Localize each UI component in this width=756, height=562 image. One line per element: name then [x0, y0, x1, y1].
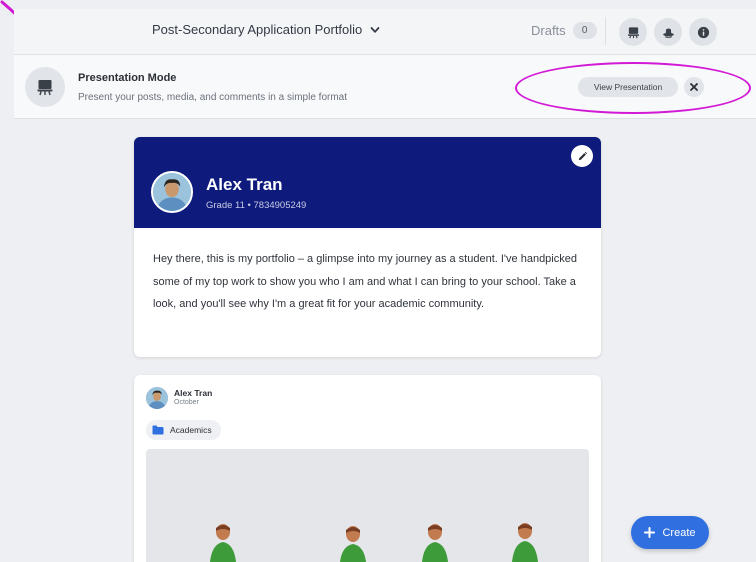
profile-header: Alex Tran Grade 11 • 7834905249	[134, 137, 601, 228]
create-button-label: Create	[662, 526, 696, 539]
plus-icon	[644, 527, 656, 538]
chevron-down-icon	[370, 26, 380, 33]
profile-bio: Hey there, this is my portfolio – a glim…	[153, 253, 577, 310]
post-date: October	[174, 399, 199, 406]
info-button[interactable]	[689, 18, 717, 46]
post-author: Alex Tran	[174, 388, 213, 398]
profile-card: Alex Tran Grade 11 • 7834905249 Hey ther…	[134, 137, 601, 357]
banner-subtitle: Present your posts, media, and comments …	[78, 92, 348, 103]
avatar	[151, 171, 193, 213]
banner-title: Presentation Mode	[78, 72, 177, 84]
pencil-icon	[578, 151, 587, 160]
avatar	[146, 387, 168, 409]
media-figure	[340, 526, 366, 562]
portfolio-selector[interactable]: Post-Secondary Application Portfolio	[152, 22, 380, 37]
top-bar: Post-Secondary Application Portfolio Dra…	[14, 9, 756, 55]
visitor-hat-icon	[662, 27, 674, 38]
presentation-icon	[37, 80, 53, 96]
banner-icon-wrap	[25, 67, 65, 107]
post-media[interactable]	[146, 449, 589, 562]
close-icon	[690, 83, 698, 91]
media-figure	[512, 523, 538, 562]
portfolio-title: Post-Secondary Application Portfolio	[152, 22, 363, 37]
presentation-mode-banner: Presentation Mode Present your posts, me…	[14, 55, 756, 119]
folder-tag[interactable]: Academics	[146, 420, 221, 440]
media-figure	[210, 524, 236, 562]
presentation-icon	[627, 26, 639, 38]
presentation-mode-button[interactable]	[619, 18, 647, 46]
avatar-photo	[146, 387, 168, 409]
view-presentation-button[interactable]: View Presentation	[578, 77, 678, 97]
profile-name: Alex Tran	[206, 175, 283, 194]
avatar-photo	[153, 173, 191, 211]
folder-icon	[152, 425, 164, 435]
folder-tag-label: Academics	[170, 425, 212, 435]
close-banner-button[interactable]	[684, 77, 704, 97]
drafts-count-badge: 0	[572, 22, 597, 39]
info-icon	[697, 26, 709, 38]
post-card: Alex Tran October Academics	[134, 375, 601, 562]
media-figure	[422, 524, 448, 562]
drafts-button[interactable]: Drafts 0	[531, 22, 597, 39]
visitor-view-button[interactable]	[654, 18, 682, 46]
profile-meta: Grade 11 • 7834905249	[206, 200, 307, 211]
create-button[interactable]: Create	[631, 516, 709, 549]
toolbar-divider	[605, 17, 606, 45]
edit-profile-button[interactable]	[571, 145, 593, 167]
drafts-label: Drafts	[531, 23, 566, 38]
